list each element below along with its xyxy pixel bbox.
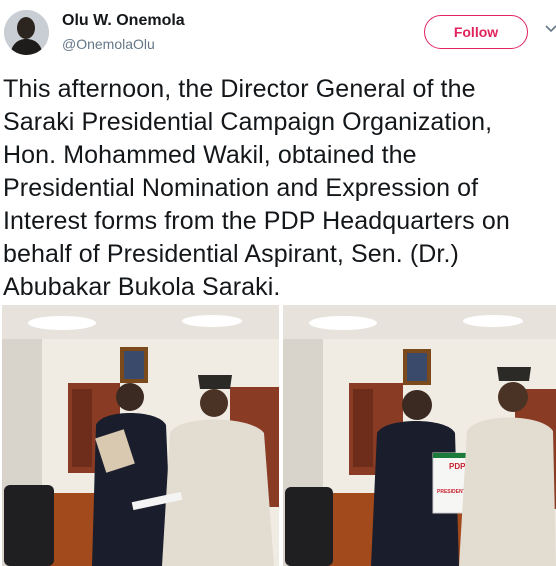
tweet-card: Olu W. Onemola @OnemolaOlu Follow This a… [0,0,556,566]
author-handle[interactable]: @OnemolaOlu [62,36,155,52]
author-display-name[interactable]: Olu W. Onemola [62,12,185,30]
photo-image: PDP PRESIDENTIAL [283,305,556,566]
tweet-header: Olu W. Onemola @OnemolaOlu Follow [0,0,556,62]
tweet-photo-2[interactable]: PDP PRESIDENTIAL [283,305,556,566]
tweet-text: This afternoon, the Director General of … [3,75,510,301]
avatar[interactable] [4,10,49,55]
photo-image [2,305,279,566]
avatar-image [4,10,49,55]
tweet-media: PDP PRESIDENTIAL [2,305,556,566]
follow-button[interactable]: Follow [424,15,528,49]
tweet-photo-1[interactable] [2,305,279,566]
chevron-down-icon[interactable] [545,22,556,36]
svg-text:PDP: PDP [449,462,466,471]
